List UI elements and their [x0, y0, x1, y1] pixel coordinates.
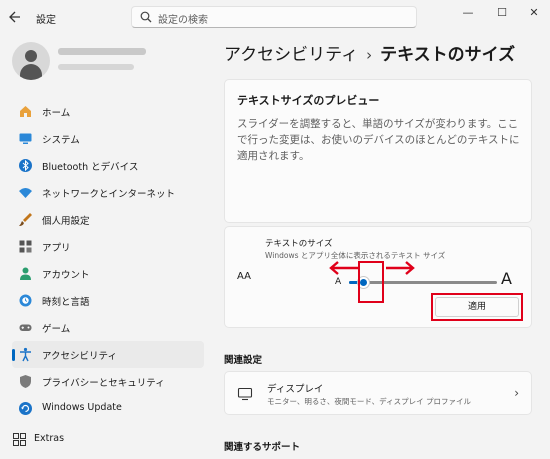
sidebar-nav: ホーム システム Bluetooth とデバイス ネットワークとインターネット … — [12, 98, 204, 422]
sidebar-item-label: ホーム — [42, 108, 71, 119]
search-input[interactable]: 設定の検索 — [131, 6, 417, 28]
system-icon — [19, 133, 32, 144]
slider-max-label: A — [501, 269, 512, 288]
time-language-icon — [19, 294, 32, 307]
left-arrow-annotation-icon — [329, 261, 358, 275]
sidebar-item-network[interactable]: ネットワークとインターネット — [12, 179, 204, 206]
breadcrumb-separator: › — [366, 46, 373, 64]
display-title: ディスプレイ — [267, 384, 324, 395]
app-title: 設定 — [36, 15, 56, 26]
accessibility-icon — [20, 347, 31, 362]
apps-icon — [19, 240, 32, 253]
apply-button[interactable]: 適用 — [435, 297, 519, 317]
extras-grid-icon — [13, 433, 26, 446]
maximize-button[interactable]: ☐ — [492, 6, 512, 20]
preview-title: テキストサイズのプレビュー — [237, 94, 380, 107]
sidebar-item-apps[interactable]: アプリ — [12, 233, 204, 260]
sidebar-item-label: アカウント — [42, 270, 90, 281]
close-button[interactable]: ✕ — [524, 6, 544, 20]
sidebar-item-label: プライバシーとセキュリティ — [42, 378, 165, 389]
sidebar-item-bluetooth[interactable]: Bluetooth とデバイス — [12, 152, 204, 179]
shield-icon — [20, 375, 31, 388]
network-icon — [19, 188, 32, 198]
user-name-redacted — [58, 48, 146, 55]
slider-min-label: A — [335, 277, 342, 287]
search-icon — [140, 11, 152, 23]
sidebar-item-personalization[interactable]: 個人用設定 — [12, 206, 204, 233]
sidebar-item-windows-update[interactable]: Windows Update — [12, 395, 204, 422]
sidebar-item-label: Windows Update — [42, 402, 122, 413]
account-icon — [20, 267, 31, 280]
sidebar-item-system[interactable]: システム — [12, 125, 204, 152]
search-placeholder: 設定の検索 — [158, 15, 208, 26]
related-support-title: 関連するサポート — [224, 442, 301, 453]
text-size-preview-card: テキストサイズのプレビュー スライダーを調整すると、単語のサイズが変わります。こ… — [224, 79, 532, 223]
sidebar-item-label: Bluetooth とデバイス — [42, 162, 139, 173]
sidebar-item-gaming[interactable]: ゲーム — [12, 314, 204, 341]
breadcrumb-parent[interactable]: アクセシビリティ — [224, 45, 358, 65]
text-size-description: Windows とアプリ全体に表示されるテキスト サイズ — [265, 251, 446, 260]
back-arrow-icon[interactable] — [8, 10, 24, 26]
related-settings-title: 関連設定 — [224, 355, 263, 366]
minimize-button[interactable]: — — [458, 6, 478, 20]
sidebar-item-label: アプリ — [42, 243, 71, 254]
right-arrow-annotation-icon — [386, 261, 415, 275]
sidebar-item-label: 時刻と言語 — [42, 297, 90, 308]
avatar — [12, 42, 50, 80]
sidebar-item-label: ネットワークとインターネット — [42, 189, 176, 200]
apply-highlight-box: 適用 — [431, 293, 523, 321]
sidebar-item-privacy[interactable]: プライバシーとセキュリティ — [12, 368, 204, 395]
sidebar-item-label: システム — [42, 135, 80, 146]
bluetooth-icon — [19, 159, 32, 172]
text-size-icon: AA — [237, 271, 251, 282]
sidebar-item-label: アクセシビリティ — [42, 351, 117, 362]
sidebar-item-accessibility[interactable]: アクセシビリティ — [12, 341, 204, 368]
page-title: テキストのサイズ — [380, 45, 516, 65]
title-bar: 設定 設定の検索 — ☐ ✕ — [0, 0, 550, 36]
sidebar-item-label: 個人用設定 — [42, 216, 90, 227]
sidebar-item-label: Extras — [34, 433, 65, 444]
text-size-label: テキストのサイズ — [265, 239, 333, 249]
home-icon — [20, 106, 31, 117]
chevron-right-icon: › — [514, 386, 519, 400]
preview-text: スライダーを調整すると、単語のサイズが変わります。ここで行った変更は、お使いのデ… — [237, 118, 520, 162]
update-icon — [19, 402, 32, 415]
display-description: モニター、明るさ、夜間モード、ディスプレイ プロファイル — [267, 397, 471, 406]
user-email-redacted — [58, 64, 134, 70]
sidebar-item-label: ゲーム — [42, 324, 71, 335]
sidebar-item-time-language[interactable]: 時刻と言語 — [12, 287, 204, 314]
breadcrumb: アクセシビリティ › テキストのサイズ — [224, 40, 515, 65]
gaming-icon — [19, 324, 32, 331]
sidebar-item-accounts[interactable]: アカウント — [12, 260, 204, 287]
display-icon — [237, 387, 253, 401]
sidebar-item-home[interactable]: ホーム — [12, 98, 204, 125]
brush-icon — [19, 213, 32, 226]
display-settings-link[interactable]: ディスプレイ モニター、明るさ、夜間モード、ディスプレイ プロファイル › — [224, 371, 532, 415]
slider-highlight-box — [358, 261, 384, 303]
text-size-card: AA テキストのサイズ Windows とアプリ全体に表示されるテキスト サイズ… — [224, 226, 532, 328]
